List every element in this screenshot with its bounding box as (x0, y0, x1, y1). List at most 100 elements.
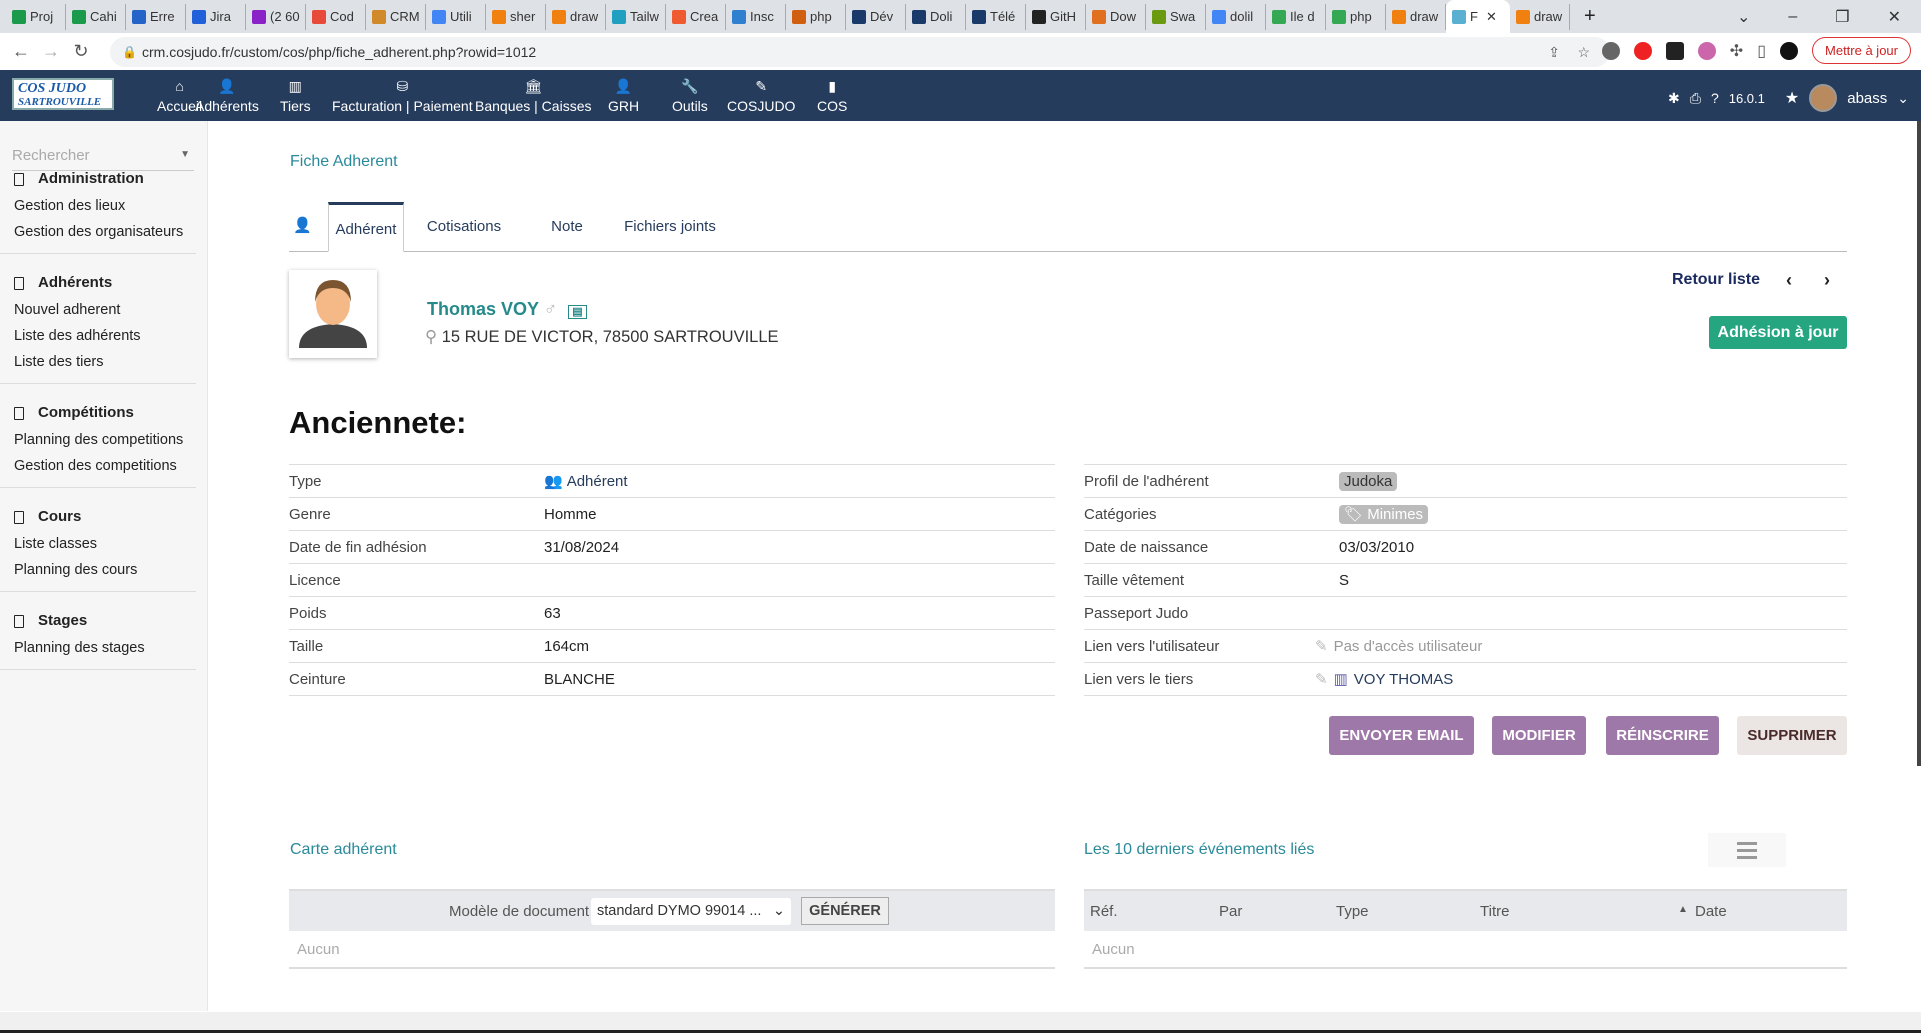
close-tab-icon[interactable]: ✕ (1486, 9, 1497, 25)
browser-tab[interactable]: php (786, 3, 846, 30)
sidebar-item[interactable]: Liste classes (0, 531, 196, 557)
puzzle-icon[interactable]: ✣ (1730, 41, 1743, 61)
help-icon[interactable]: ? (1711, 90, 1719, 106)
browser-tab[interactable]: Utili (426, 3, 486, 30)
bug-icon[interactable]: ✱ (1668, 90, 1680, 107)
logo[interactable]: COS JUDO SARTROUVILLE (12, 78, 114, 110)
sidebar-item[interactable]: Liste des tiers (0, 349, 196, 375)
tab-search-icon[interactable]: ⌄ (1737, 7, 1750, 27)
sidebar-item[interactable]: Planning des competitions (0, 427, 196, 453)
browser-tab[interactable]: F ✕ (1446, 0, 1510, 33)
document-model-select[interactable]: standard DYMO 99014 ... ⌄ (591, 898, 791, 925)
share-icon[interactable]: ⇪ (1548, 44, 1560, 61)
nav-outils[interactable]: 🔧 Outils (672, 78, 708, 114)
tab-adherent[interactable]: Adhérent (328, 202, 404, 252)
nav-adh-rents[interactable]: 👤 Adhérents (195, 78, 259, 114)
tab-cotisations[interactable]: Cotisations (414, 202, 514, 252)
delete-button[interactable]: SUPPRIMER (1737, 716, 1847, 755)
generate-button[interactable]: GÉNÉRER (801, 897, 889, 925)
browser-tab[interactable]: Insc (726, 3, 786, 30)
browser-tab[interactable]: Crea (666, 3, 726, 30)
reinscribe-button[interactable]: RÉINSCRIRE (1606, 716, 1719, 755)
list-menu-icon[interactable] (1708, 833, 1786, 867)
browser-tab[interactable]: Cahi (66, 3, 126, 30)
profile-icon[interactable] (1780, 41, 1799, 60)
sidebar-item[interactable]: Gestion des organisateurs (0, 219, 196, 245)
browser-tab[interactable]: Erre (126, 3, 186, 30)
browser-tab[interactable]: Doli (906, 3, 966, 30)
browser-tab[interactable]: Tailw (606, 3, 666, 30)
browser-tab[interactable]: Proj (6, 3, 66, 30)
id-card-icon[interactable]: ▤ (568, 305, 587, 319)
browser-tab[interactable]: Swa (1146, 3, 1206, 30)
browser-tab[interactable]: Dév (846, 3, 906, 30)
page-breadcrumb[interactable]: Fiche Adherent (290, 153, 398, 171)
adblock-icon[interactable] (1633, 41, 1652, 60)
browser-tab[interactable]: dolil (1206, 3, 1266, 30)
sidebar-item[interactable]: Gestion des lieux (0, 193, 196, 219)
send-email-button[interactable]: ENVOYER EMAIL (1329, 716, 1474, 755)
type-link[interactable]: Adhérent (567, 473, 628, 490)
forward-icon[interactable]: → (36, 41, 66, 62)
avatar[interactable] (1809, 84, 1838, 112)
scrollbar[interactable] (1917, 121, 1921, 766)
update-button[interactable]: Mettre à jour (1812, 37, 1911, 64)
sidebar-item[interactable]: Gestion des competitions (0, 453, 196, 479)
browser-tab[interactable]: draw (1510, 3, 1570, 30)
nav-banques-caisses[interactable]: 🏛 Banques | Caisses (475, 78, 591, 114)
sidebar-item[interactable]: Planning des cours (0, 557, 196, 583)
nav-cos[interactable]: ▮ COS (817, 78, 847, 114)
column-titre[interactable]: Titre (1480, 903, 1509, 920)
browser-tab[interactable]: php (1326, 3, 1386, 30)
print-icon[interactable]: ⎙ (1690, 90, 1701, 107)
column-par[interactable]: Par (1219, 903, 1242, 920)
extension-icon[interactable] (1697, 41, 1716, 60)
sidebar-item[interactable]: Nouvel adherent (0, 297, 196, 323)
column-date[interactable]: Date (1695, 903, 1727, 920)
browser-tab[interactable]: draw (1386, 3, 1446, 30)
nav-grh[interactable]: 👤 GRH (608, 78, 639, 114)
next-record-icon[interactable]: › (1824, 270, 1830, 291)
pencil-icon[interactable]: ✎ (1315, 671, 1328, 688)
sidebar-item[interactable]: Planning des stages (0, 635, 196, 661)
user-menu[interactable]: abass (1847, 90, 1887, 107)
extension-icon[interactable] (1601, 41, 1620, 60)
nav-cosjudo[interactable]: ✎ COSJUDO (727, 78, 795, 114)
back-icon[interactable]: ← (6, 41, 36, 62)
sidebar-heading[interactable]: Cours (0, 503, 196, 531)
sidepanel-icon[interactable]: ▯ (1757, 41, 1766, 61)
browser-tab[interactable]: Jira (186, 3, 246, 30)
browser-tab[interactable]: Ile d (1266, 3, 1326, 30)
browser-tab[interactable]: Télé (966, 3, 1026, 30)
browser-tab[interactable]: draw (546, 3, 606, 30)
new-tab-button[interactable]: + (1584, 5, 1596, 28)
browser-tab[interactable]: sher (486, 3, 546, 30)
close-window-icon[interactable]: ✕ (1888, 7, 1901, 27)
url-input[interactable]: 🔒 crm.cosjudo.fr/custom/cos/php/fiche_ad… (110, 37, 1610, 67)
extension-icon[interactable] (1665, 41, 1684, 60)
column-ref[interactable]: Réf. (1090, 903, 1118, 920)
minimize-icon[interactable]: – (1788, 8, 1797, 26)
bookmark-star-icon[interactable]: ☆ (1577, 44, 1590, 61)
tab-note[interactable]: Note (542, 202, 592, 252)
thirdparty-link[interactable]: VOY THOMAS (1354, 671, 1453, 688)
membership-status-button[interactable]: Adhésion à jour (1709, 316, 1847, 349)
nav-tiers[interactable]: ▥ Tiers (280, 78, 311, 114)
sidebar-heading[interactable]: Administration (0, 165, 196, 193)
sidebar-heading[interactable]: Compétitions (0, 399, 196, 427)
sidebar-item[interactable]: Liste des adhérents (0, 323, 196, 349)
bookmarks-star-icon[interactable]: ★ (1785, 88, 1799, 108)
nav-facturation-paiement[interactable]: ⛁ Facturation | Paiement (332, 78, 473, 114)
back-to-list-link[interactable]: Retour liste (1672, 271, 1760, 289)
sidebar-heading[interactable]: Adhérents (0, 269, 196, 297)
chevron-down-icon[interactable]: ⌄ (1897, 90, 1909, 107)
previous-record-icon[interactable]: ‹ (1786, 270, 1792, 291)
pencil-icon[interactable]: ✎ (1315, 638, 1328, 655)
browser-tab[interactable]: Dow (1086, 3, 1146, 30)
restore-icon[interactable]: ❐ (1835, 7, 1849, 27)
browser-tab[interactable]: Cod (306, 3, 366, 30)
reload-icon[interactable]: ↻ (66, 41, 96, 62)
browser-tab[interactable]: CRM (366, 3, 426, 30)
tab-fichiers-joints[interactable]: Fichiers joints (615, 202, 725, 252)
sidebar-heading[interactable]: Stages (0, 607, 196, 635)
